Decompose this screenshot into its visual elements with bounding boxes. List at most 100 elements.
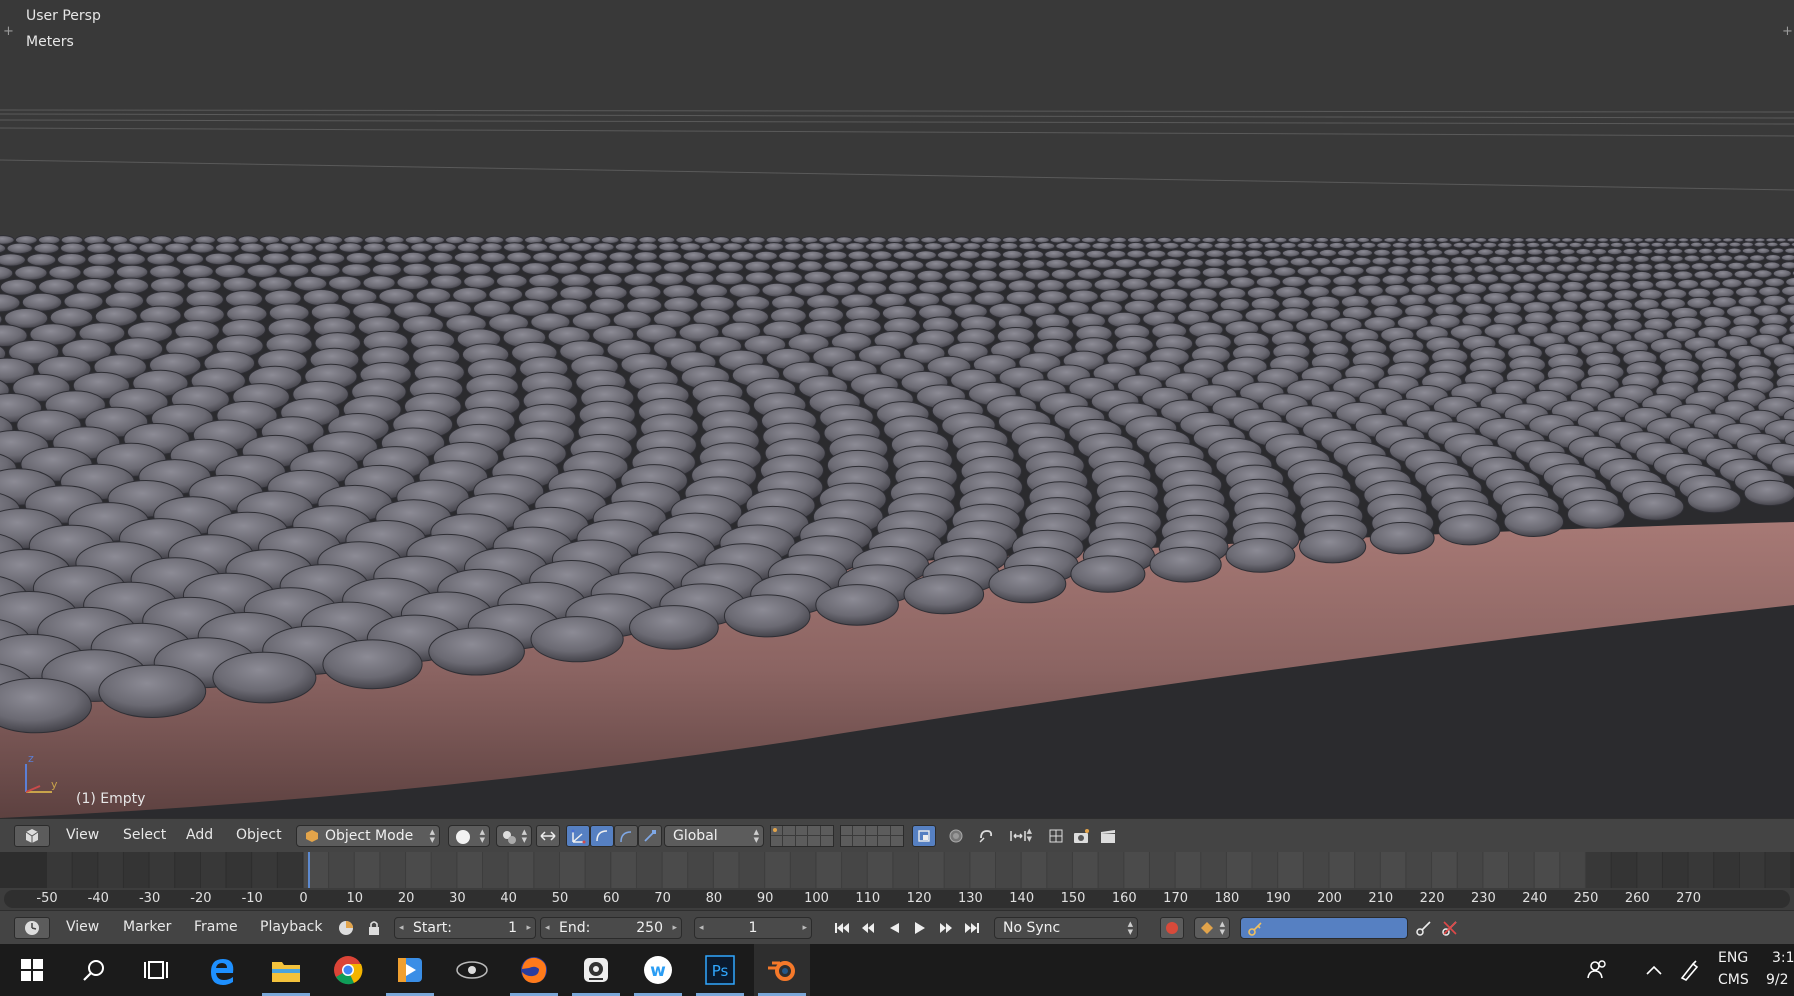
pivot-point-dropdown[interactable]: ▲ ▼ [496, 825, 532, 847]
transform-orientation-dropdown[interactable]: Global ▲ ▼ [664, 825, 764, 847]
sphere-shading-icon [456, 830, 470, 844]
scale-mesh [1735, 286, 1758, 298]
timeline-grid[interactable] [0, 852, 1794, 888]
taskbar-blender[interactable] [754, 944, 810, 996]
scale-mesh [856, 281, 888, 296]
timeline-editor[interactable]: -50 -40 -30 -20 -10 0 10 20 30 40 50 60 70 80 90 100 110… [0, 852, 1794, 910]
preview-range-button[interactable] [334, 917, 358, 939]
menu-add[interactable]: Add [186, 819, 213, 851]
proportional-editing-button[interactable] [944, 825, 968, 847]
task-view-button[interactable] [128, 944, 184, 996]
lock-camera-button[interactable] [912, 825, 936, 847]
taskbar-media-player[interactable] [382, 944, 438, 996]
delete-keyframe-button[interactable] [1438, 917, 1462, 939]
scale-mesh [1543, 248, 1560, 256]
3d-viewport[interactable]: User Persp Meters + + z y (1) Empty [0, 0, 1794, 818]
taskbar-photoshop[interactable]: Ps [692, 944, 748, 996]
timeline-frame-band [893, 852, 918, 888]
render-animation-button[interactable] [1096, 825, 1120, 847]
input-method[interactable]: CMS [1718, 972, 1749, 988]
scale-mesh [14, 265, 48, 281]
sync-mode-dropdown[interactable]: No Sync ▲ ▼ [994, 917, 1138, 939]
start-label: Start: [413, 920, 452, 936]
taskbar-file-explorer[interactable] [258, 944, 314, 996]
rotate-manipulator-button[interactable] [590, 825, 614, 847]
jump-keyframe-forward-button[interactable] [934, 917, 958, 939]
translate-manipulator-button[interactable] [566, 825, 590, 847]
layer-buttons-group-2[interactable] [840, 825, 904, 847]
start-frame-field[interactable]: ◂ Start: 1 ▸ [394, 917, 536, 939]
end-frame-field[interactable]: ◂ End: 250 ▸ [540, 917, 682, 939]
timeline-menu-frame[interactable]: Frame [194, 911, 238, 943]
viewport-shading-dropdown[interactable]: ▲ ▼ [448, 825, 490, 847]
insert-keyframe-button[interactable] [1412, 917, 1436, 939]
timeline-menu-view[interactable]: View [66, 911, 99, 943]
decrement-arrow-icon[interactable]: ◂ [545, 918, 550, 938]
taskbar-edge[interactable] [194, 944, 250, 996]
snap-target-button[interactable] [1044, 825, 1068, 847]
decrement-arrow-icon[interactable]: ◂ [399, 918, 404, 938]
area-split-corner-left[interactable]: + [3, 24, 14, 39]
keying-mode-dropdown[interactable]: ▲ ▼ [1194, 917, 1230, 939]
scale-mesh [1351, 256, 1372, 267]
editor-type-button[interactable] [14, 825, 50, 847]
timeline-tick-label: -50 [36, 891, 58, 906]
taskbar-camera-app[interactable] [568, 944, 624, 996]
scale-mesh [636, 242, 659, 252]
viewport-scene[interactable] [0, 0, 1794, 818]
area-split-corner-right[interactable]: + [1782, 24, 1793, 39]
people-button[interactable] [1578, 944, 1618, 996]
taskbar-search-button[interactable] [66, 944, 122, 996]
timeline-editor-type-button[interactable] [14, 917, 50, 939]
show-hidden-icons-button[interactable] [1634, 944, 1674, 996]
scale-mesh [1610, 271, 1632, 282]
pen-workspace-button[interactable] [1670, 944, 1710, 996]
mode-dropdown[interactable]: Object Mode ▲ ▼ [296, 825, 440, 847]
scale-manipulator-button-2[interactable] [638, 825, 662, 847]
scale-mesh [1493, 248, 1511, 257]
clock-time[interactable]: 3:1 [1772, 950, 1794, 966]
jump-to-start-button[interactable] [830, 917, 854, 939]
menu-view[interactable]: View [66, 819, 99, 851]
snap-toggle-button[interactable] [974, 825, 998, 847]
scale-manipulator-button[interactable] [614, 825, 638, 847]
increment-arrow-icon[interactable]: ▸ [526, 918, 531, 938]
play-button[interactable] [908, 917, 932, 939]
scale-mesh [1024, 268, 1051, 281]
scale-mesh [1700, 254, 1717, 263]
menu-object[interactable]: Object [236, 819, 282, 851]
snap-element-dropdown[interactable]: ▲ ▼ [1000, 825, 1036, 847]
timeline-menu-playback[interactable]: Playback [260, 911, 322, 943]
scale-mesh [1249, 266, 1274, 278]
scale-mesh [1525, 255, 1544, 265]
timeline-playhead[interactable] [307, 852, 310, 888]
taskbar-chrome[interactable] [320, 944, 376, 996]
increment-arrow-icon[interactable]: ▸ [802, 918, 807, 938]
scale-mesh [1474, 237, 1488, 243]
auto-keying-button[interactable] [1160, 917, 1184, 939]
clock-date[interactable]: 9/2 [1766, 972, 1789, 988]
active-keying-set-field[interactable] [1240, 917, 1408, 939]
jump-to-end-button[interactable] [960, 917, 984, 939]
jump-keyframe-back-button[interactable] [856, 917, 880, 939]
start-button[interactable] [4, 944, 60, 996]
scale-mesh [1615, 255, 1633, 264]
taskbar-firefox[interactable] [506, 944, 562, 996]
timeline-menu-marker[interactable]: Marker [123, 911, 171, 943]
timeline-frame-scale[interactable]: -50 -40 -30 -20 -10 0 10 20 30 40 50 60 70 80 90 100 110… [4, 890, 1790, 908]
lock-time-button[interactable] [362, 917, 386, 939]
manipulator-toggle[interactable] [536, 825, 560, 847]
render-snapshot-button[interactable] [1070, 825, 1094, 847]
scale-mesh [1632, 237, 1644, 243]
increment-arrow-icon[interactable]: ▸ [672, 918, 677, 938]
scale-mesh [1450, 256, 1470, 266]
layer-buttons-group-1[interactable] [770, 825, 834, 847]
taskbar-w-app[interactable]: w [630, 944, 686, 996]
input-language[interactable]: ENG [1718, 950, 1748, 966]
taskbar-gear-app[interactable] [444, 944, 500, 996]
menu-select[interactable]: Select [123, 819, 166, 851]
decrement-arrow-icon[interactable]: ◂ [699, 918, 704, 938]
play-reverse-button[interactable] [882, 917, 906, 939]
current-frame-field[interactable]: ◂ 1 ▸ [694, 917, 812, 939]
timeline-tick-label: -30 [138, 891, 161, 906]
